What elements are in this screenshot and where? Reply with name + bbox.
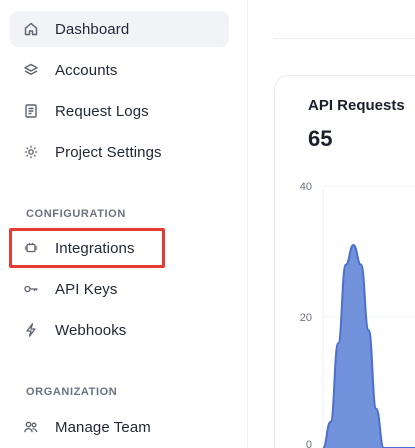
y-tick-label: 20	[300, 312, 312, 324]
app-root: Dashboard Accounts Request Logs Project …	[0, 0, 415, 448]
y-tick-label: 0	[306, 439, 312, 448]
api-requests-chart: 40 20 0	[300, 181, 415, 448]
y-tick-label: 40	[300, 181, 312, 193]
